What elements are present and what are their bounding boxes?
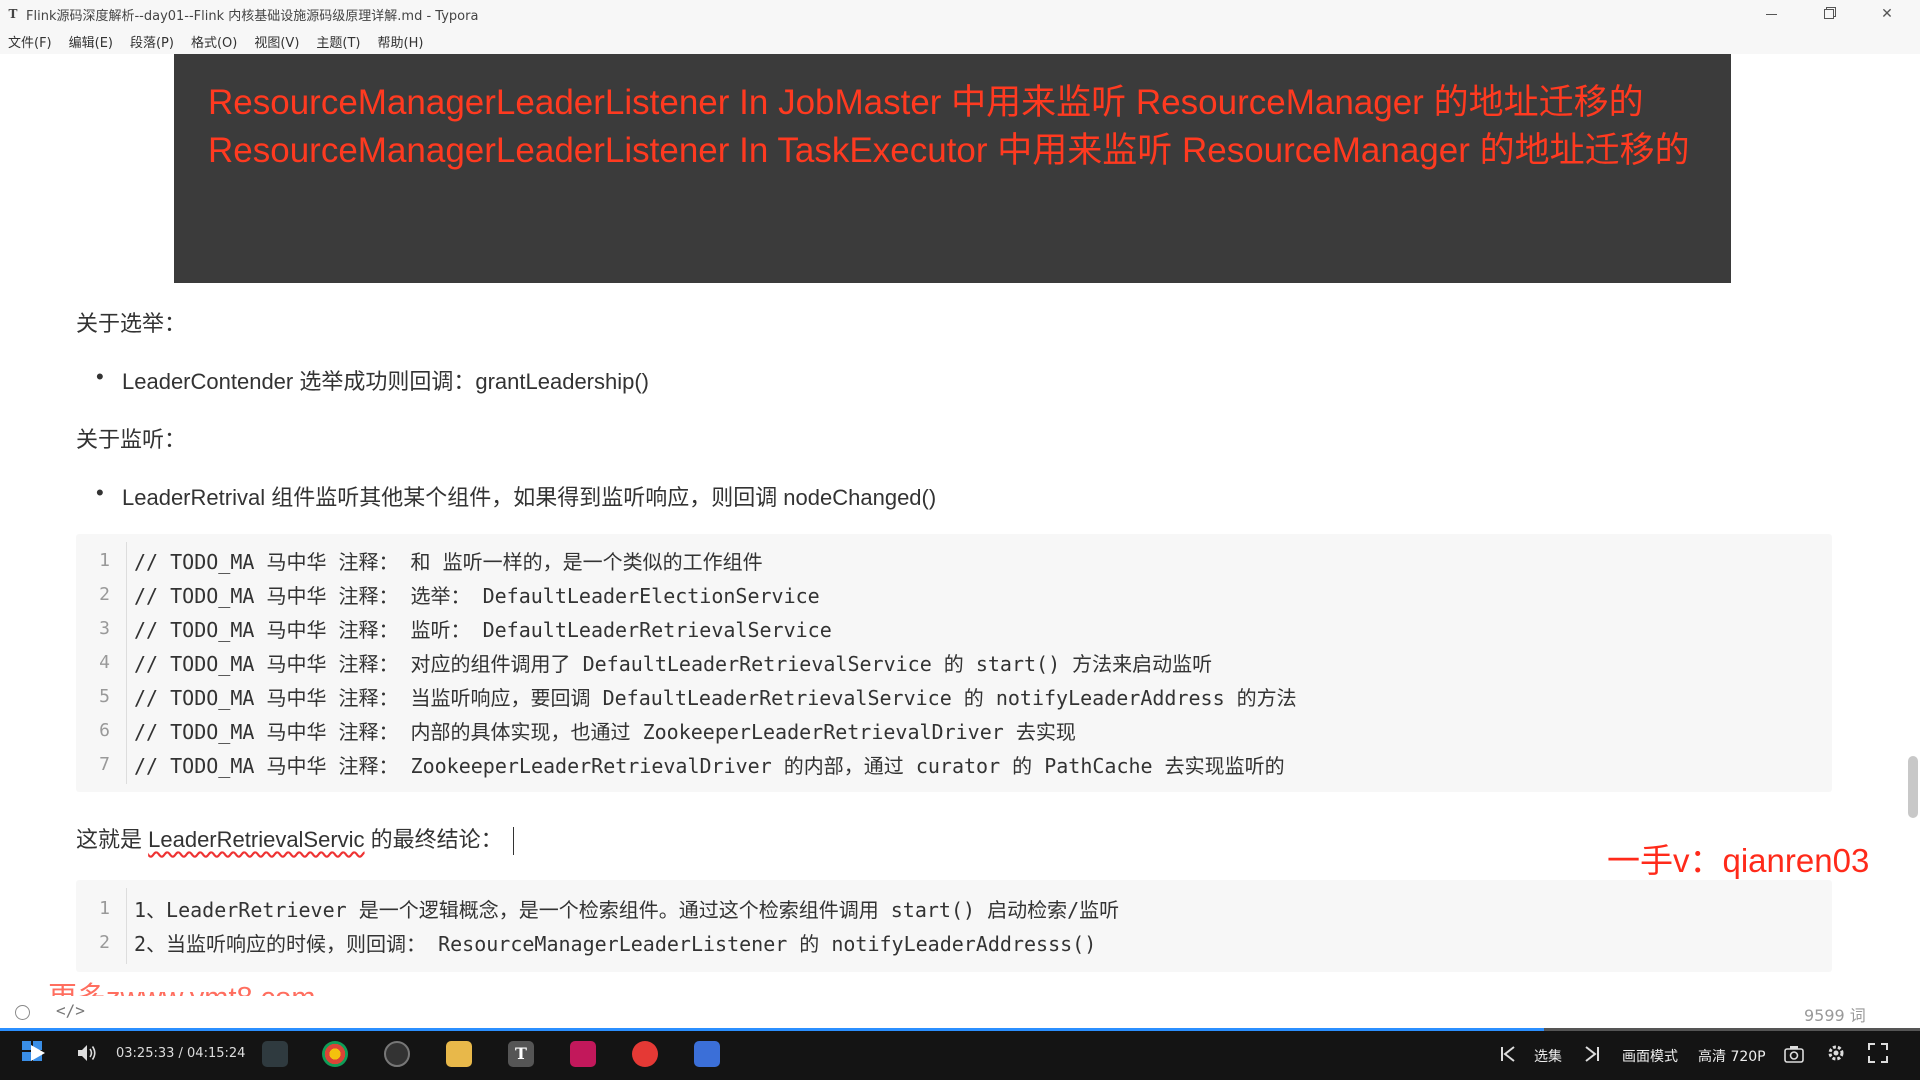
playback-time: 03:25:33 / 04:15:24 [116,1046,246,1061]
spellcheck-word: LeaderRetrievalServic [148,827,365,852]
editor-status-bar: </> 9599 词 [0,996,1920,1028]
code-line: 1 // TODO_MA 马中华 注释： 和 监听一样的，是一个类似的工作组件 [76,543,1832,577]
listen-bullet: LeaderRetrival 组件监听其他某个组件，如果得到监听响应，则回调 n… [96,480,937,512]
conclusion-paragraph[interactable]: 这就是 LeaderRetrievalServic 的最终结论： [76,822,514,856]
line-number: 2 [99,583,110,605]
menu-bar: 文件(F) 编辑(E) 段落(P) 格式(O) 视图(V) 主题(T) 帮助(H… [0,28,1920,54]
app-icon[interactable] [694,1041,720,1067]
fullscreen-icon[interactable] [1868,1043,1888,1068]
close-icon: ✕ [1881,6,1893,22]
menu-view[interactable]: 视图(V) [254,32,299,51]
volume-icon[interactable] [76,1043,98,1068]
code-line: 5 // TODO_MA 马中华 注释： 当监听响应，要回调 DefaultLea… [76,679,1832,713]
close-button[interactable]: ✕ [1858,0,1916,28]
code-text: // TODO_MA 马中华 注释： 当监听响应，要回调 DefaultLead… [134,685,1297,710]
line-number: 1 [99,897,110,919]
line-number: 6 [99,719,110,741]
election-bullet: LeaderContender 选举成功则回调：grantLeadership(… [96,364,650,396]
code-line: 1 1、LeaderRetriever 是一个逻辑概念，是一个检索组件。通过这个检… [76,891,1832,925]
code-text: // TODO_MA 马中华 注释： 监听： DefaultLeaderRetr… [134,617,832,642]
code-line: 2 // TODO_MA 马中华 注释： 选举： DefaultLeaderEle… [76,577,1832,611]
code-text: 1、LeaderRetriever 是一个逻辑概念，是一个检索组件。通过这个检索… [134,897,1120,922]
minimize-button[interactable] [1742,0,1800,28]
picture-mode-button[interactable]: 画面模式 [1622,1046,1678,1066]
line-number: 1 [99,549,110,571]
conclusion-prefix: 这就是 [76,827,149,852]
line-number: 2 [99,931,110,953]
file-explorer-icon[interactable] [446,1041,472,1067]
line-number-divider [126,542,127,784]
settings-gear-icon[interactable] [1826,1043,1846,1068]
code-line: 2 2、当监听响应的时候，则回调： ResourceManagerLeaderLi… [76,925,1832,959]
intellij-icon[interactable] [570,1041,596,1067]
line-number-divider [126,888,127,964]
code-line: 4 // TODO_MA 马中华 注释： 对应的组件调用了 DefaultLead… [76,645,1832,679]
settings-app-icon[interactable] [262,1041,288,1067]
code-text: 2、当监听响应的时候，则回调： ResourceManagerLeaderLis… [134,931,1097,956]
outline-toggle-icon[interactable] [15,1005,30,1020]
code-line: 7 // TODO_MA 马中华 注释： ZookeeperLeaderRetri… [76,747,1832,781]
menu-format[interactable]: 格式(O) [191,32,237,51]
code-text: // TODO_MA 马中华 注释： 和 监听一样的，是一个类似的工作组件 [134,549,763,574]
restore-icon [1824,9,1834,19]
menu-paragraph[interactable]: 段落(P) [130,32,174,51]
code-text: // TODO_MA 马中华 注释： ZookeeperLeaderRetrie… [134,753,1285,778]
election-bullet-text: LeaderContender 选举成功则回调：grantLeadership(… [122,369,650,394]
window-title: Flink源码深度解析--day01--Flink 内核基础设施源码级原理详解.… [26,8,479,24]
video-player-bar: 03:25:33 / 04:15:24 T 选集 画面模式 高清 720P [0,1028,1920,1080]
scrollbar-thumb[interactable] [1908,756,1918,818]
line-number: 3 [99,617,110,639]
code-line: 6 // TODO_MA 马中华 注释： 内部的具体实现，也通过 Zookeepe… [76,713,1832,747]
progress-fill [0,1028,1544,1031]
menu-theme[interactable]: 主题(T) [316,32,360,51]
media-app-icon[interactable] [632,1041,658,1067]
play-icon[interactable] [30,1043,46,1067]
document-editor[interactable]: ResourceManagerLeaderListener In JobMast… [0,54,1920,996]
text-cursor [512,827,514,856]
listen-heading: 关于监听： [76,427,187,452]
line-number: 5 [99,685,110,707]
highlighted-image-block: ResourceManagerLeaderListener In JobMast… [174,54,1731,283]
code-block-comments[interactable]: 1 // TODO_MA 马中华 注释： 和 监听一样的，是一个类似的工作组件 2… [76,534,1832,792]
line-number: 4 [99,651,110,673]
source-mode-toggle[interactable]: </> [56,1001,85,1020]
conclusion-suffix: 的最终结论： [364,827,503,852]
typora-taskbar-icon[interactable]: T [508,1041,534,1067]
code-line: 3 // TODO_MA 马中华 注释： 监听： DefaultLeaderRet… [76,611,1832,645]
listen-bullet-text: LeaderRetrival 组件监听其他某个组件，如果得到监听响应，则回调 n… [122,485,937,510]
progress-track[interactable] [0,1028,1920,1031]
minimize-icon [1765,13,1777,15]
menu-file[interactable]: 文件(F) [8,32,52,51]
contact-watermark: 一手v：qianren03 [1607,842,1870,879]
typora-app-icon: T [8,7,18,21]
chrome-icon[interactable] [322,1041,348,1067]
screenshot-icon[interactable] [1784,1044,1804,1068]
maximize-button[interactable] [1800,0,1858,28]
code-block-conclusion[interactable]: 1 1、LeaderRetriever 是一个逻辑概念，是一个检索组件。通过这个检… [76,880,1832,972]
word-count[interactable]: 9599 词 [1804,1002,1866,1026]
title-bar: T Flink源码深度解析--day01--Flink 内核基础设施源码级原理详… [0,0,1920,28]
next-icon[interactable] [1584,1044,1600,1068]
code-text: // TODO_MA 马中华 注释： 内部的具体实现，也通过 Zookeeper… [134,719,1076,744]
quality-button[interactable]: 高清 720P [1698,1046,1766,1066]
site-watermark: 更多zwww.ymt8.com [48,974,315,996]
episodes-button[interactable]: 选集 [1534,1046,1562,1066]
menu-help[interactable]: 帮助(H) [378,32,424,51]
app-icon[interactable] [384,1041,410,1067]
election-heading: 关于选举： [76,311,187,336]
menu-edit[interactable]: 编辑(E) [69,32,113,51]
line-number: 7 [99,753,110,775]
code-text: // TODO_MA 马中华 注释： 对应的组件调用了 DefaultLeade… [134,651,1213,676]
jobmaster-listener-note: ResourceManagerLeaderListener In JobMast… [208,83,1644,122]
previous-icon[interactable] [1500,1044,1516,1068]
taskexecutor-listener-note: ResourceManagerLeaderListener In TaskExe… [208,131,1690,170]
code-text: // TODO_MA 马中华 注释： 选举： DefaultLeaderElec… [134,583,820,608]
